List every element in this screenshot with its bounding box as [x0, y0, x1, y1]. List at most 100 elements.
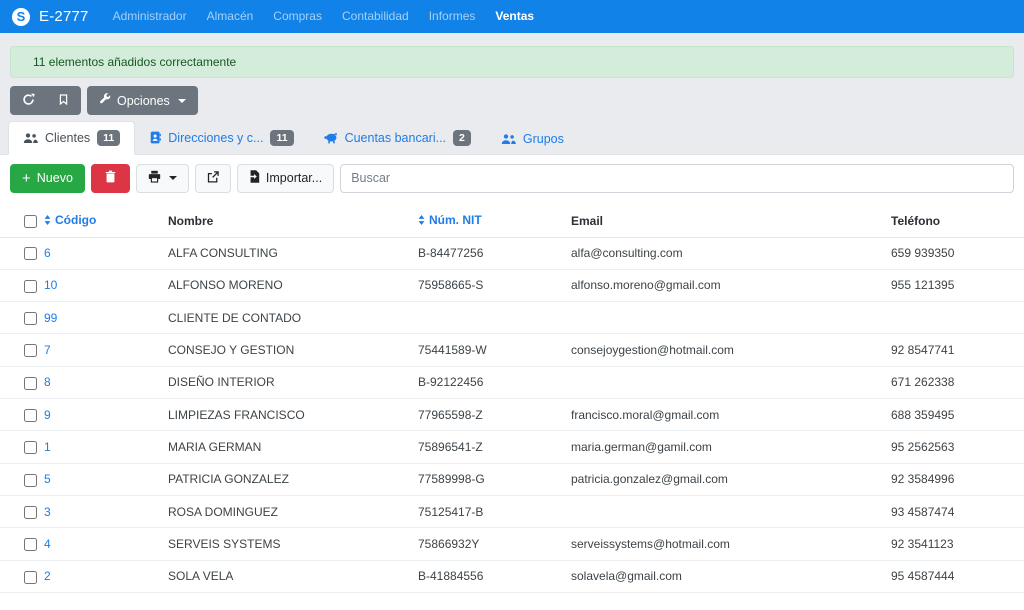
nav-item-informes[interactable]: Informes: [419, 0, 486, 33]
row-name: ALFA CONSULTING: [162, 237, 412, 269]
table-row[interactable]: 3ROSA DOMINGUEZ75125417-B93 4587474: [0, 496, 1024, 528]
header-codigo[interactable]: Código: [38, 205, 162, 238]
row-code-link[interactable]: 9: [44, 408, 51, 422]
row-phone: [885, 302, 1024, 334]
table-header-row: Código Nombre Núm. NIT Email Teléfono: [0, 205, 1024, 238]
row-checkbox[interactable]: [24, 571, 37, 584]
tab-clientes-label: Clientes: [45, 131, 90, 145]
nav-item-contabilidad[interactable]: Contabilidad: [332, 0, 419, 33]
refresh-button[interactable]: [10, 86, 47, 115]
search-input[interactable]: [340, 164, 1014, 193]
row-checkbox[interactable]: [24, 280, 37, 293]
row-email: [565, 366, 885, 398]
row-checkbox[interactable]: [24, 247, 37, 260]
row-checkbox-cell: [0, 399, 38, 431]
delete-button[interactable]: [91, 164, 130, 193]
row-checkbox-cell: [0, 269, 38, 301]
table-row[interactable]: 7CONSEJO Y GESTION75441589-Wconsejoygest…: [0, 334, 1024, 366]
import-button[interactable]: Importar...: [237, 164, 334, 193]
external-link-icon: [207, 171, 219, 186]
sort-icon: [44, 214, 51, 228]
row-email: consejoygestion@hotmail.com: [565, 334, 885, 366]
tab-grupos-label: Grupos: [523, 132, 564, 146]
row-checkbox-cell: [0, 528, 38, 560]
trash-icon: [105, 170, 116, 186]
tab-direcciones-label: Direcciones y c...: [168, 131, 263, 145]
row-email: [565, 496, 885, 528]
clients-table: Código Nombre Núm. NIT Email Teléfono 6 A…: [0, 205, 1024, 594]
row-code-link[interactable]: 3: [44, 505, 51, 519]
row-nit: 77589998-G: [412, 463, 565, 495]
row-checkbox[interactable]: [24, 441, 37, 454]
row-phone: 688 359495: [885, 399, 1024, 431]
row-checkbox[interactable]: [24, 312, 37, 325]
row-code-link[interactable]: 99: [44, 311, 57, 325]
wrench-icon: [99, 93, 111, 108]
table-row[interactable]: 1MARIA GERMAN75896541-Zmaria.german@gami…: [0, 431, 1024, 463]
row-checkbox-cell: [0, 366, 38, 398]
row-email: serveissystems@hotmail.com: [565, 528, 885, 560]
row-phone: 955 121395: [885, 269, 1024, 301]
header-email[interactable]: Email: [565, 205, 885, 238]
tab-clientes[interactable]: Clientes 11: [8, 121, 135, 155]
table-row[interactable]: 8DISEÑO INTERIORB-92122456671 262338: [0, 366, 1024, 398]
row-checkbox-cell: [0, 496, 38, 528]
row-code-cell: 7: [38, 334, 162, 366]
row-phone: 95 4587444: [885, 560, 1024, 592]
row-code-cell: 5: [38, 463, 162, 495]
tab-cuentas-count-badge: 2: [453, 130, 471, 146]
nav-item-administrador[interactable]: Administrador: [103, 0, 197, 33]
row-email: [565, 302, 885, 334]
tab-grupos[interactable]: Grupos: [486, 123, 579, 155]
select-all-checkbox[interactable]: [24, 215, 37, 228]
row-checkbox[interactable]: [24, 409, 37, 422]
row-code-cell: 4: [38, 528, 162, 560]
row-checkbox[interactable]: [24, 344, 37, 357]
print-dropdown-button[interactable]: [136, 164, 189, 193]
table-row[interactable]: 10ALFONSO MORENO75958665-Salfonso.moreno…: [0, 269, 1024, 301]
company-title[interactable]: E-2777: [39, 8, 89, 25]
table-row[interactable]: 6ALFA CONSULTINGB-84477256alfa@consultin…: [0, 237, 1024, 269]
tab-direcciones[interactable]: Direcciones y c... 11: [135, 121, 308, 155]
row-code-link[interactable]: 1: [44, 440, 51, 454]
row-code-link[interactable]: 2: [44, 569, 51, 583]
caret-down-icon: [178, 99, 186, 103]
nav-item-almacen[interactable]: Almacén: [197, 0, 264, 33]
nav-item-compras[interactable]: Compras: [263, 0, 332, 33]
row-checkbox[interactable]: [24, 474, 37, 487]
bookmark-button[interactable]: [46, 86, 81, 115]
app-logo-icon[interactable]: S: [12, 8, 30, 26]
header-num-nit[interactable]: Núm. NIT: [412, 205, 565, 238]
row-code-cell: 1: [38, 431, 162, 463]
row-checkbox[interactable]: [24, 506, 37, 519]
row-code-link[interactable]: 7: [44, 343, 51, 357]
row-code-cell: 8: [38, 366, 162, 398]
nav-item-ventas[interactable]: Ventas: [485, 0, 544, 33]
row-email: patricia.gonzalez@gmail.com: [565, 463, 885, 495]
tab-cuentas-bancarias[interactable]: Cuentas bancari... 2: [309, 121, 486, 155]
header-nombre[interactable]: Nombre: [162, 205, 412, 238]
row-checkbox-cell: [0, 302, 38, 334]
new-button[interactable]: + Nuevo: [10, 164, 85, 193]
table-row[interactable]: 5PATRICIA GONZALEZ77589998-Gpatricia.gon…: [0, 463, 1024, 495]
piggy-bank-icon: [324, 132, 338, 144]
row-code-link[interactable]: 6: [44, 246, 51, 260]
row-name: ROSA DOMINGUEZ: [162, 496, 412, 528]
row-name: LIMPIEZAS FRANCISCO: [162, 399, 412, 431]
table-row[interactable]: 99CLIENTE DE CONTADO: [0, 302, 1024, 334]
row-checkbox[interactable]: [24, 377, 37, 390]
row-code-link[interactable]: 4: [44, 537, 51, 551]
row-code-link[interactable]: 10: [44, 278, 57, 292]
row-checkbox[interactable]: [24, 538, 37, 551]
table-row[interactable]: 4SERVEIS SYSTEMS75866932Yserveissystems@…: [0, 528, 1024, 560]
options-dropdown-button[interactable]: Opciones: [87, 86, 198, 115]
row-code-link[interactable]: 5: [44, 472, 51, 486]
row-nit: 75441589-W: [412, 334, 565, 366]
row-code-link[interactable]: 8: [44, 375, 51, 389]
caret-down-icon: [169, 176, 177, 180]
header-telefono[interactable]: Teléfono: [885, 205, 1024, 238]
row-name: ALFONSO MORENO: [162, 269, 412, 301]
table-row[interactable]: 9LIMPIEZAS FRANCISCO77965598-Zfrancisco.…: [0, 399, 1024, 431]
table-row[interactable]: 2SOLA VELAB-41884556solavela@gmail.com95…: [0, 560, 1024, 592]
external-link-button[interactable]: [195, 164, 231, 193]
